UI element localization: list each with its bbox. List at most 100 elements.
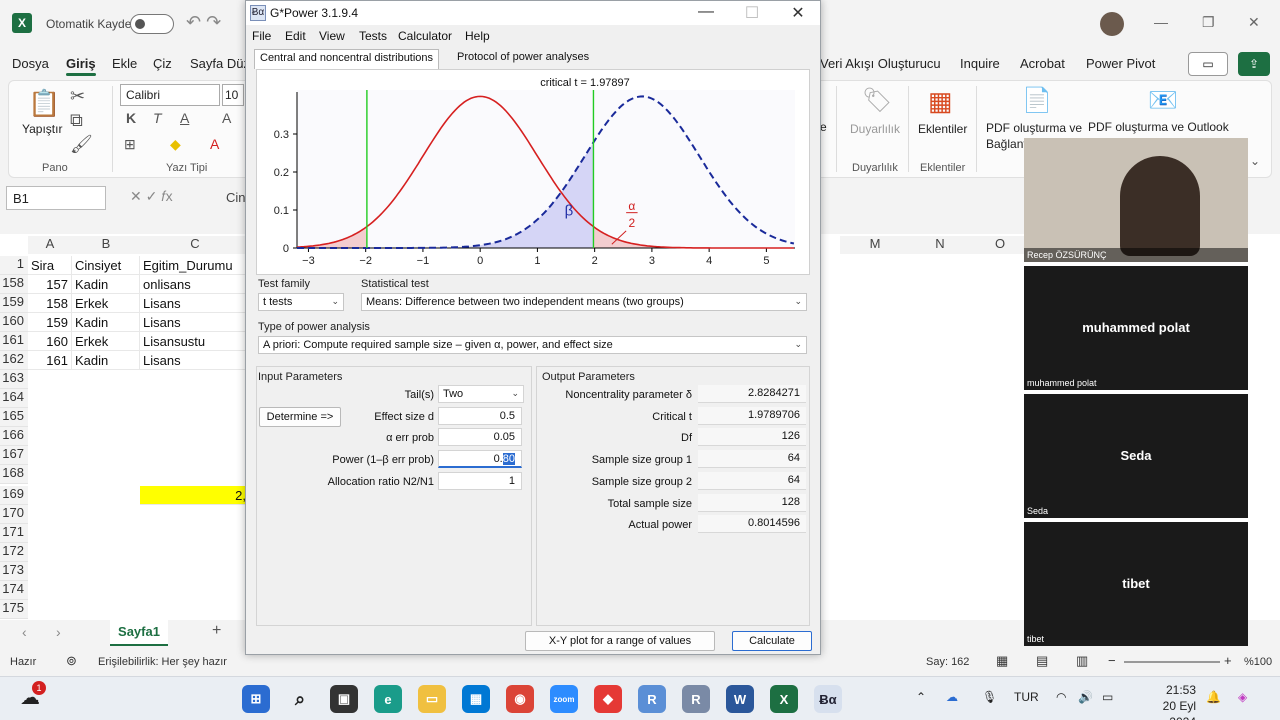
- formula-input[interactable]: Cin: [226, 190, 246, 205]
- row-header[interactable]: 1: [0, 256, 28, 275]
- eklentiler-button-label[interactable]: Eklentiler: [918, 122, 967, 136]
- column-header-n[interactable]: N: [910, 236, 970, 254]
- row-header[interactable]: 172: [0, 543, 28, 562]
- gpower-taskbar-icon[interactable]: Ƀα: [814, 685, 842, 713]
- minimize-icon[interactable]: —: [686, 3, 726, 21]
- power-input[interactable]: 0.80: [438, 450, 522, 468]
- cell-b1[interactable]: Cinsiyet: [72, 256, 140, 275]
- add-sheet-icon[interactable]: +: [212, 622, 221, 640]
- chevron-up-icon[interactable]: ⌃: [916, 690, 926, 704]
- table-cell[interactable]: 158: [28, 294, 72, 313]
- menu-giris[interactable]: Giriş: [66, 56, 96, 76]
- alpha-input[interactable]: 0.05: [438, 428, 522, 446]
- font-name-select[interactable]: Calibri: [120, 84, 220, 106]
- bold-icon[interactable]: K: [126, 110, 136, 126]
- table-cell[interactable]: Lisans: [140, 351, 250, 370]
- menu-dosya[interactable]: Dosya: [12, 56, 49, 71]
- effect-size-input[interactable]: 0.5: [438, 407, 522, 425]
- table-cell[interactable]: Erkek: [72, 294, 140, 313]
- column-header-c[interactable]: C: [140, 236, 250, 254]
- calculate-button[interactable]: Calculate: [732, 631, 812, 651]
- autosave-toggle[interactable]: [130, 14, 174, 34]
- undo-icon[interactable]: ↶ ↷: [186, 12, 221, 33]
- determine-button[interactable]: Determine =>: [259, 407, 341, 427]
- menu-veri-akisi[interactable]: Veri Akışı Oluşturucu: [820, 56, 941, 71]
- restore-icon[interactable]: ❐: [1202, 14, 1215, 31]
- row-header[interactable]: 167: [0, 446, 28, 465]
- row-header[interactable]: 166: [0, 427, 28, 446]
- search-icon[interactable]: ⌕: [286, 685, 314, 713]
- participant-tile[interactable]: tibet tibet: [1024, 522, 1248, 646]
- font-size-select[interactable]: 10: [222, 84, 244, 106]
- menu-help[interactable]: Help: [465, 29, 490, 43]
- tab-protocol[interactable]: Protocol of power analyses: [452, 49, 594, 69]
- menu-power-pivot[interactable]: Power Pivot: [1086, 56, 1155, 71]
- zoom-app-icon[interactable]: zoom: [550, 685, 578, 713]
- table-cell[interactable]: Lisans: [140, 294, 250, 313]
- row-header[interactable]: 169: [0, 486, 28, 505]
- page-break-icon[interactable]: ▥: [1076, 653, 1088, 669]
- onedrive-icon[interactable]: ☁: [946, 690, 958, 704]
- allocation-ratio-input[interactable]: 1: [438, 472, 522, 490]
- power-analysis-select[interactable]: A priori: Compute required sample size –…: [258, 336, 807, 354]
- word-icon[interactable]: W: [726, 685, 754, 713]
- volume-icon[interactable]: 🔊: [1078, 690, 1093, 704]
- row-header[interactable]: 168: [0, 465, 28, 484]
- table-cell[interactable]: Lisans: [140, 313, 250, 332]
- row-header[interactable]: 165: [0, 408, 28, 427]
- table-cell[interactable]: Erkek: [72, 332, 140, 351]
- avatar[interactable]: [1100, 12, 1124, 36]
- sensitivity-icon[interactable]: 🏷: [862, 86, 892, 115]
- row-header[interactable]: 164: [0, 389, 28, 408]
- fill-color-icon[interactable]: ◆: [170, 136, 181, 153]
- table-cell[interactable]: 159: [28, 313, 72, 332]
- borders-icon[interactable]: ⊞: [124, 136, 136, 153]
- file-explorer-icon[interactable]: ▭: [418, 685, 446, 713]
- status-accessibility[interactable]: Erişilebilirlik: Her şey hazır: [98, 656, 227, 668]
- pdf-outlook-icon[interactable]: 📧: [1148, 86, 1178, 115]
- sheet-next-icon[interactable]: ›: [56, 624, 61, 640]
- italic-icon[interactable]: T: [153, 110, 162, 126]
- fx-icon[interactable]: ✕ ✓ 𝑓x: [130, 188, 173, 205]
- gpower-title-bar[interactable]: Ƀα G*Power 3.1.9.4 — ☐ ✕: [246, 1, 820, 25]
- language-indicator[interactable]: TUR: [1014, 690, 1039, 704]
- microphone-icon[interactable]: 🎙: [982, 690, 997, 704]
- paste-button-label[interactable]: Yapıştır: [22, 122, 62, 136]
- rstudio-icon[interactable]: R: [682, 685, 710, 713]
- menu-file[interactable]: File: [252, 29, 271, 43]
- row-header[interactable]: 162: [0, 351, 28, 370]
- zoom-in-icon[interactable]: +: [1224, 653, 1232, 668]
- copy-icon[interactable]: ⧉: [70, 110, 83, 131]
- chrome-icon[interactable]: ◉: [506, 685, 534, 713]
- zoom-out-icon[interactable]: −: [1108, 653, 1116, 668]
- tails-select[interactable]: Two ⌄: [438, 385, 524, 403]
- comment-button[interactable]: ▭: [1188, 52, 1228, 76]
- grow-font-icon[interactable]: A: [222, 110, 231, 126]
- excel-taskbar-icon[interactable]: X: [770, 685, 798, 713]
- menu-view[interactable]: View: [319, 29, 345, 43]
- font-color-icon[interactable]: A: [210, 136, 219, 152]
- ribbon-expand-icon[interactable]: ⌄: [1250, 154, 1260, 168]
- table-cell[interactable]: 161: [28, 351, 72, 370]
- pdf-outlook-button-label[interactable]: PDF oluşturma ve Outlook: [1088, 120, 1238, 134]
- minimize-icon[interactable]: —: [1154, 14, 1168, 30]
- copilot-icon[interactable]: ◈: [1238, 690, 1247, 704]
- menu-acrobat[interactable]: Acrobat: [1020, 56, 1065, 71]
- table-cell[interactable]: Kadin: [72, 313, 140, 332]
- pdf-link-icon[interactable]: 📄: [1022, 86, 1052, 115]
- test-family-select[interactable]: t tests ⌄: [258, 293, 344, 311]
- duyarlilik-button-label[interactable]: Duyarlılık: [850, 122, 900, 136]
- participant-tile[interactable]: muhammed polat muhammed polat: [1024, 266, 1248, 390]
- menu-ekle[interactable]: Ekle: [112, 56, 137, 71]
- edge-icon[interactable]: e: [374, 685, 402, 713]
- row-header[interactable]: 170: [0, 505, 28, 524]
- clock[interactable]: 21:53 20 Eyl 2024: [1136, 682, 1196, 720]
- row-header[interactable]: 173: [0, 562, 28, 581]
- sheet-prev-icon[interactable]: ‹: [22, 624, 27, 640]
- row-header[interactable]: 175: [0, 600, 28, 619]
- share-button[interactable]: ⇪: [1238, 52, 1270, 76]
- close-icon[interactable]: ✕: [1248, 14, 1260, 31]
- cell-c1[interactable]: Egitim_Durumu: [140, 256, 250, 275]
- notification-icon[interactable]: 🔔: [1206, 690, 1221, 704]
- menu-sayfa-duzeni[interactable]: Sayfa Düz: [190, 56, 250, 71]
